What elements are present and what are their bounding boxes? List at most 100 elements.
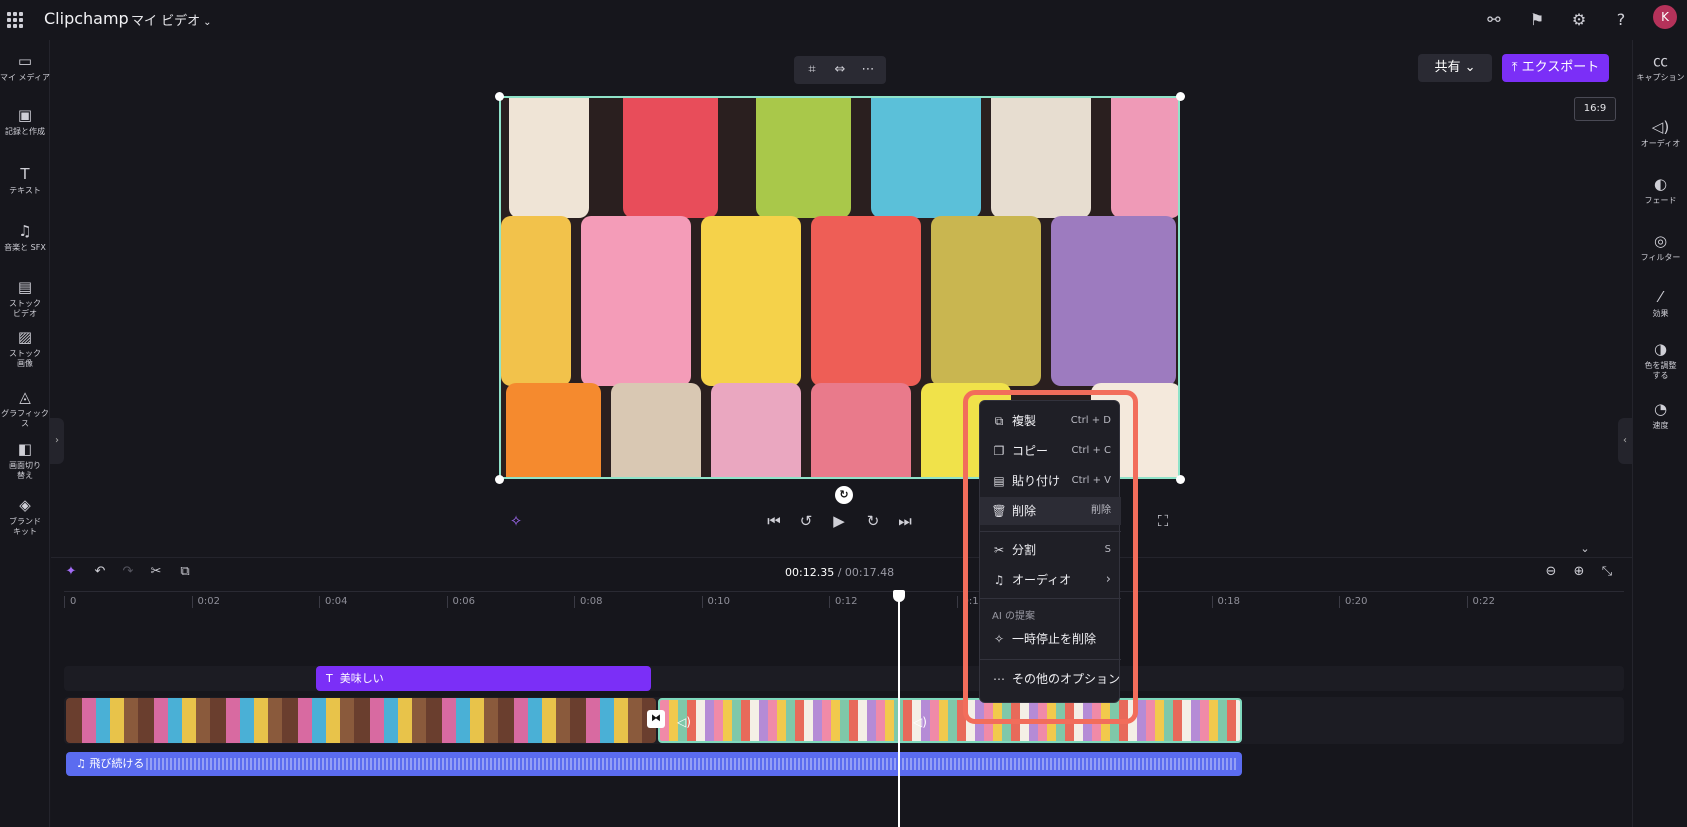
video-clip-macarons[interactable]: ◁) ◁) — [658, 698, 1242, 743]
duplicate-icon[interactable]: ⧉ — [176, 563, 194, 581]
shapes-icon: ◬ — [19, 388, 31, 406]
highlight-annotation — [963, 390, 1138, 724]
left-sidebar: ▭ マイ メディア ▣ 記録と作成 T テキスト ♫ 音楽と SFX ▤ ストック ビデオ… — [0, 40, 50, 827]
fade-icon: ◐ — [1653, 175, 1668, 193]
top-bar: Clipchamp マイ ビデオ ⌄ ⚯ ⚑ ⚙ ? K — [0, 0, 1687, 40]
sidebar-item-fade[interactable]: ◐ フェード — [1633, 175, 1687, 206]
zoom-in-icon[interactable]: ⊕ — [1570, 563, 1588, 581]
right-sidebar: ㏄キャプション ◁) オーディオ ◐ フェード ◎ フィルター ⁄ 効果 ◑ 色を調整 す… — [1632, 40, 1687, 827]
film-icon: ▤ — [17, 278, 33, 296]
help-icon[interactable]: ? — [1611, 10, 1631, 30]
playhead-handle[interactable] — [893, 590, 905, 602]
project-title: マイ ビデオ — [131, 14, 201, 29]
play-icon[interactable]: ▶ — [828, 510, 850, 532]
scissors-icon[interactable]: ✂ — [147, 563, 165, 581]
sidebar-item-record[interactable]: ▣ 記録と作成 — [0, 106, 50, 137]
expand-right-panel-button[interactable]: ‹ — [1618, 418, 1632, 464]
skip-back-icon[interactable]: ⏮ — [763, 510, 785, 532]
image-icon: ▨ — [17, 328, 33, 346]
ai-camera-icon[interactable]: ✧ — [505, 510, 527, 532]
sidebar-item-speed[interactable]: ◔ 速度 — [1633, 400, 1687, 431]
rotate-handle-icon[interactable]: ↻ — [835, 486, 853, 504]
speaker-icon: ◁) — [677, 715, 691, 729]
music-icon: ♫ — [18, 222, 32, 240]
forward-5s-icon[interactable]: ↻ — [862, 510, 884, 532]
ai-sparkle-icon[interactable]: ✦ — [62, 563, 80, 581]
filter-icon: ◎ — [1653, 232, 1668, 250]
sidebar-item-my-media[interactable]: ▭ マイ メディア — [0, 52, 50, 83]
resize-handle[interactable] — [1176, 92, 1185, 101]
export-button[interactable]: ⤒ エクスポート — [1502, 54, 1609, 82]
fit-icon[interactable]: ⇔ — [830, 60, 850, 80]
timeline-tick: 0:22 — [1466, 596, 1495, 608]
sidebar-item-music[interactable]: ♫ 音楽と SFX — [0, 222, 50, 253]
timeline-tick: 0:06 — [446, 596, 475, 608]
text-icon: T — [20, 165, 30, 183]
rewind-5s-icon[interactable]: ↺ — [795, 510, 817, 532]
sidebar-item-captions[interactable]: ㏄キャプション — [1633, 52, 1687, 83]
skip-forward-icon[interactable]: ⏭ — [894, 510, 916, 532]
timeline-tick: 0:10 — [701, 596, 730, 608]
resize-handle[interactable] — [495, 92, 504, 101]
share-button[interactable]: 共有 ⌄ — [1418, 54, 1492, 82]
crop-icon[interactable]: ⌗ — [802, 60, 822, 80]
more-options-icon[interactable]: ⋯ — [858, 60, 878, 80]
speaker-icon: ◁) — [913, 715, 927, 729]
avatar[interactable]: K — [1653, 5, 1677, 29]
folder-icon: ▭ — [17, 52, 33, 70]
aspect-ratio-button[interactable]: 16:9 — [1574, 97, 1616, 121]
sidebar-item-brand-kit[interactable]: ◈ ブランド キット — [0, 496, 50, 537]
chevron-left-icon: ‹ — [1623, 435, 1627, 446]
sidebar-item-adjust-color[interactable]: ◑ 色を調整 する — [1633, 340, 1687, 381]
audio-clip[interactable]: ♫ 飛び続ける — [66, 752, 1242, 776]
sidebar-item-graphics[interactable]: ◬ グラフィックス — [0, 388, 50, 429]
timecode: 00:12.35 / 00:17.48 — [785, 566, 895, 579]
color-adjust-icon: ◑ — [1653, 340, 1668, 358]
text-clip[interactable]: T 美味しい — [316, 666, 651, 691]
gear-icon[interactable]: ⚙ — [1569, 10, 1589, 30]
transition-icon: ◧ — [17, 440, 33, 458]
flag-icon[interactable]: ⚑ — [1527, 10, 1547, 30]
chevron-down-icon: ⌄ — [203, 17, 212, 28]
speed-icon: ◔ — [1653, 400, 1668, 418]
project-title-dropdown[interactable]: マイ ビデオ ⌄ — [131, 10, 212, 29]
timeline-tick: 0:04 — [319, 596, 347, 608]
sidebar-item-transitions[interactable]: ◧ 画面切り 替え — [0, 440, 50, 481]
sidebar-item-effects[interactable]: ⁄ 効果 — [1633, 288, 1687, 319]
sidebar-item-audio[interactable]: ◁) オーディオ — [1633, 118, 1687, 149]
redo-icon[interactable]: ↷ — [119, 563, 137, 581]
fullscreen-icon[interactable]: ⛶ — [1152, 510, 1174, 532]
sidebar-item-stock-video[interactable]: ▤ ストック ビデオ — [0, 278, 50, 319]
timeline-tick: 0:18 — [1211, 596, 1240, 608]
video-clip-donuts[interactable] — [66, 698, 656, 743]
text-track — [64, 666, 1624, 691]
fit-timeline-icon[interactable]: ⤡ — [1598, 563, 1616, 581]
audio-waveform — [146, 758, 1236, 770]
volume-icon: ◁) — [1651, 118, 1670, 136]
camera-icon: ▣ — [17, 106, 33, 124]
sidebar-item-text[interactable]: T テキスト — [0, 165, 50, 196]
chevron-right-icon: › — [55, 435, 59, 446]
timeline-tick: 0:02 — [191, 596, 220, 608]
chevron-down-icon: ⌄ — [1464, 60, 1476, 75]
resize-handle[interactable] — [495, 475, 504, 484]
resize-handle[interactable] — [1176, 475, 1185, 484]
music-note-icon: ♫ — [76, 757, 86, 770]
connect-icon[interactable]: ⚯ — [1484, 10, 1504, 30]
timeline-ruler — [64, 591, 1624, 592]
expand-left-panel-button[interactable]: › — [50, 418, 64, 464]
zoom-out-icon[interactable]: ⊖ — [1542, 563, 1560, 581]
undo-icon[interactable]: ↶ — [91, 563, 109, 581]
playhead[interactable] — [898, 594, 900, 827]
sidebar-item-stock-images[interactable]: ▨ ストック 画像 — [0, 328, 50, 369]
brand-icon: ◈ — [19, 496, 31, 514]
transition-icon[interactable]: ⧓ — [647, 710, 665, 728]
app-title: Clipchamp — [44, 9, 129, 28]
sidebar-item-filters[interactable]: ◎ フィルター — [1633, 232, 1687, 263]
timeline-tick: 0:08 — [574, 596, 602, 608]
text-icon: T — [326, 672, 333, 685]
cc-icon: ㏄ — [1652, 52, 1668, 70]
preview-toolbar: ⌗ ⇔ ⋯ — [794, 56, 886, 84]
magic-wand-icon: ⁄ — [1659, 288, 1662, 306]
app-launcher-icon[interactable] — [7, 12, 23, 28]
